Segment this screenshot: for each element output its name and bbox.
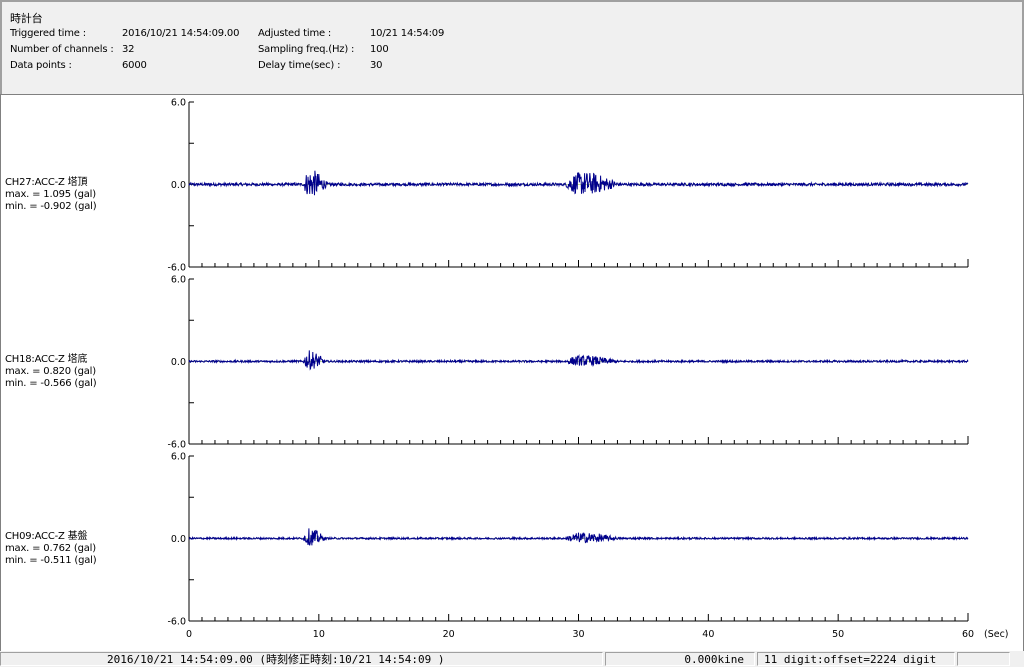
x-tick-label: 60	[962, 629, 974, 640]
waveform-trace	[188, 528, 969, 546]
station-title: 時計台	[10, 12, 43, 25]
status-bar: 2016/10/21 14:54:09.00 (時刻修正時刻:10/21 14:…	[0, 651, 1024, 667]
y-tick-label: 0.0	[171, 180, 186, 191]
x-tick-label: 30	[572, 629, 584, 640]
y-tick-label: -6.0	[167, 617, 186, 628]
x-tick-label: 40	[702, 629, 714, 640]
sampling-freq-label: Sampling freq.(Hz) :	[258, 44, 355, 55]
channels-value: 32	[122, 44, 135, 55]
x-tick-label: 10	[313, 629, 325, 640]
y-tick-label: 0.0	[171, 534, 186, 545]
triggered-time-label: Triggered time :	[10, 28, 86, 39]
waveform-trace	[188, 350, 969, 371]
y-tick-label: 6.0	[171, 275, 186, 286]
y-tick-label: -6.0	[167, 440, 186, 451]
status-time: 2016/10/21 14:54:09.00 (時刻修正時刻:10/21 14:…	[0, 652, 603, 666]
y-tick-label: 0.0	[171, 357, 186, 368]
x-tick-label: 0	[186, 629, 192, 640]
x-axis-label: (Sec)	[984, 629, 1009, 640]
delay-time-value: 30	[370, 60, 383, 71]
waveform-plot-area[interactable]: CH27:ACC-Z 塔頂 max. = 1.095 (gal) min. = …	[0, 94, 1024, 652]
data-points-label: Data points :	[10, 60, 72, 71]
data-points-value: 6000	[122, 60, 147, 71]
delay-time-label: Delay time(sec) :	[258, 60, 341, 71]
adjusted-time-value: 10/21 14:54:09	[370, 28, 445, 39]
x-tick-label: 50	[832, 629, 844, 640]
status-digit-offset: 11 digit:offset=2224 digit	[757, 652, 955, 666]
waveform-trace	[188, 170, 969, 196]
sampling-freq-value: 100	[370, 44, 389, 55]
y-tick-label: 6.0	[171, 452, 186, 463]
triggered-time-value: 2016/10/21 14:54:09.00	[122, 28, 240, 39]
status-extra	[957, 652, 1010, 666]
adjusted-time-label: Adjusted time :	[258, 28, 332, 39]
record-info-header: 時計台 Triggered time : 2016/10/21 14:54:09…	[0, 0, 1024, 95]
y-tick-label: 6.0	[171, 98, 186, 109]
x-tick-label: 20	[443, 629, 455, 640]
channels-label: Number of channels :	[10, 44, 114, 55]
y-tick-label: -6.0	[167, 263, 186, 274]
status-velocity: 0.000kine	[605, 652, 755, 666]
waveform-chart: 6.00.0-6.06.00.0-6.06.00.0-6.00 10 20 30 40 5…	[167, 98, 1009, 641]
